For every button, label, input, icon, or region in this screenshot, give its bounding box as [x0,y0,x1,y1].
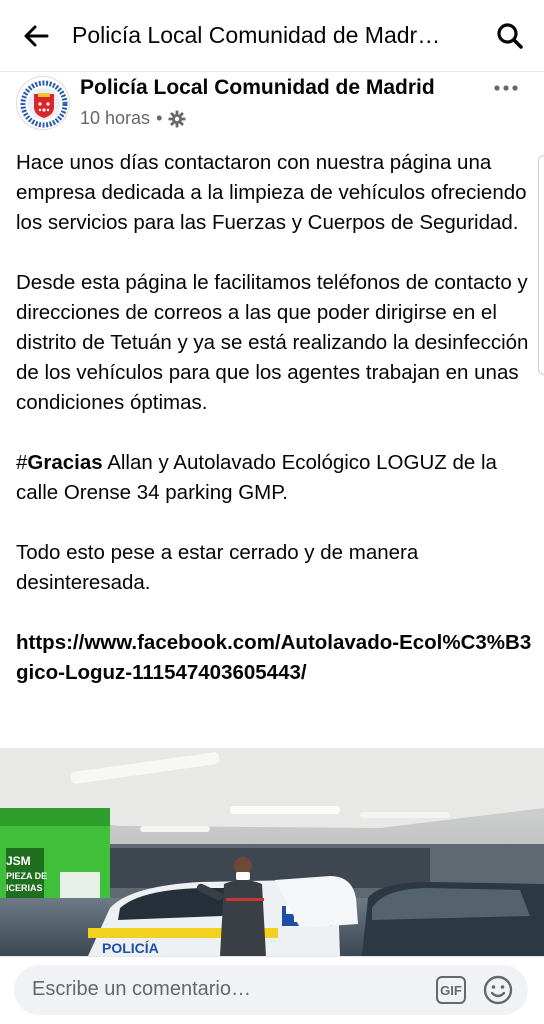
meta-separator: • [156,108,163,128]
more-dots-icon [494,85,518,91]
search-icon [497,23,523,49]
avatar[interactable] [16,76,70,130]
top-bar: Policía Local Comunidad de Madr… [0,0,544,72]
post-time[interactable]: 10 horas [80,108,150,129]
thanks-paragraph: #Gracias Allan y Autolavado Ecológico LO… [16,448,532,508]
gear-icon [168,110,186,127]
post-author[interactable]: Policía Local Comunidad de Madrid [80,76,435,100]
post-meta: 10 horas • [80,108,186,129]
closing-paragraph: Todo esto pese a estar cerrado y de mane… [16,541,419,594]
post-paragraph: Hace unos días contactaron con nuestra p… [16,151,527,234]
post-header: Policía Local Comunidad de Madrid 10 hor… [0,72,544,142]
more-options-button[interactable] [490,76,522,100]
police-badge-logo [19,79,69,129]
back-arrow-icon [24,25,49,46]
post-body: Hace unos días contactaron con nuestra p… [16,148,532,718]
comment-placeholder: Escribe un comentario… [32,978,251,1000]
page-title: Policía Local Comunidad de Madr… [72,22,441,48]
post-photo[interactable]: JSM PIEZA DE ICERIAS POLICÍA [0,748,544,956]
search-button[interactable] [492,18,528,54]
hashtag-symbol[interactable]: # [16,451,27,474]
gif-button[interactable]: GIF [436,976,466,1004]
hashtag-gracias[interactable]: Gracias [27,451,102,474]
scroll-indicator [538,155,544,375]
sign-text: PIEZA DE [6,871,47,881]
smiley-icon[interactable] [482,974,514,1006]
car-label: POLICÍA [102,940,159,956]
back-button[interactable] [0,0,72,72]
sign-text: JSM [6,854,31,868]
post-link[interactable]: https://www.facebook.com/Autolavado-Ecol… [16,628,532,688]
post-paragraph: Desde esta página le facilitamos teléfon… [16,271,529,414]
comment-input[interactable]: Escribe un comentario… GIF [14,965,528,1015]
post-photo-image: JSM PIEZA DE ICERIAS POLICÍA [0,748,544,956]
sign-text: ICERIAS [6,883,43,893]
comment-bar: Escribe un comentario… GIF [0,956,544,1024]
